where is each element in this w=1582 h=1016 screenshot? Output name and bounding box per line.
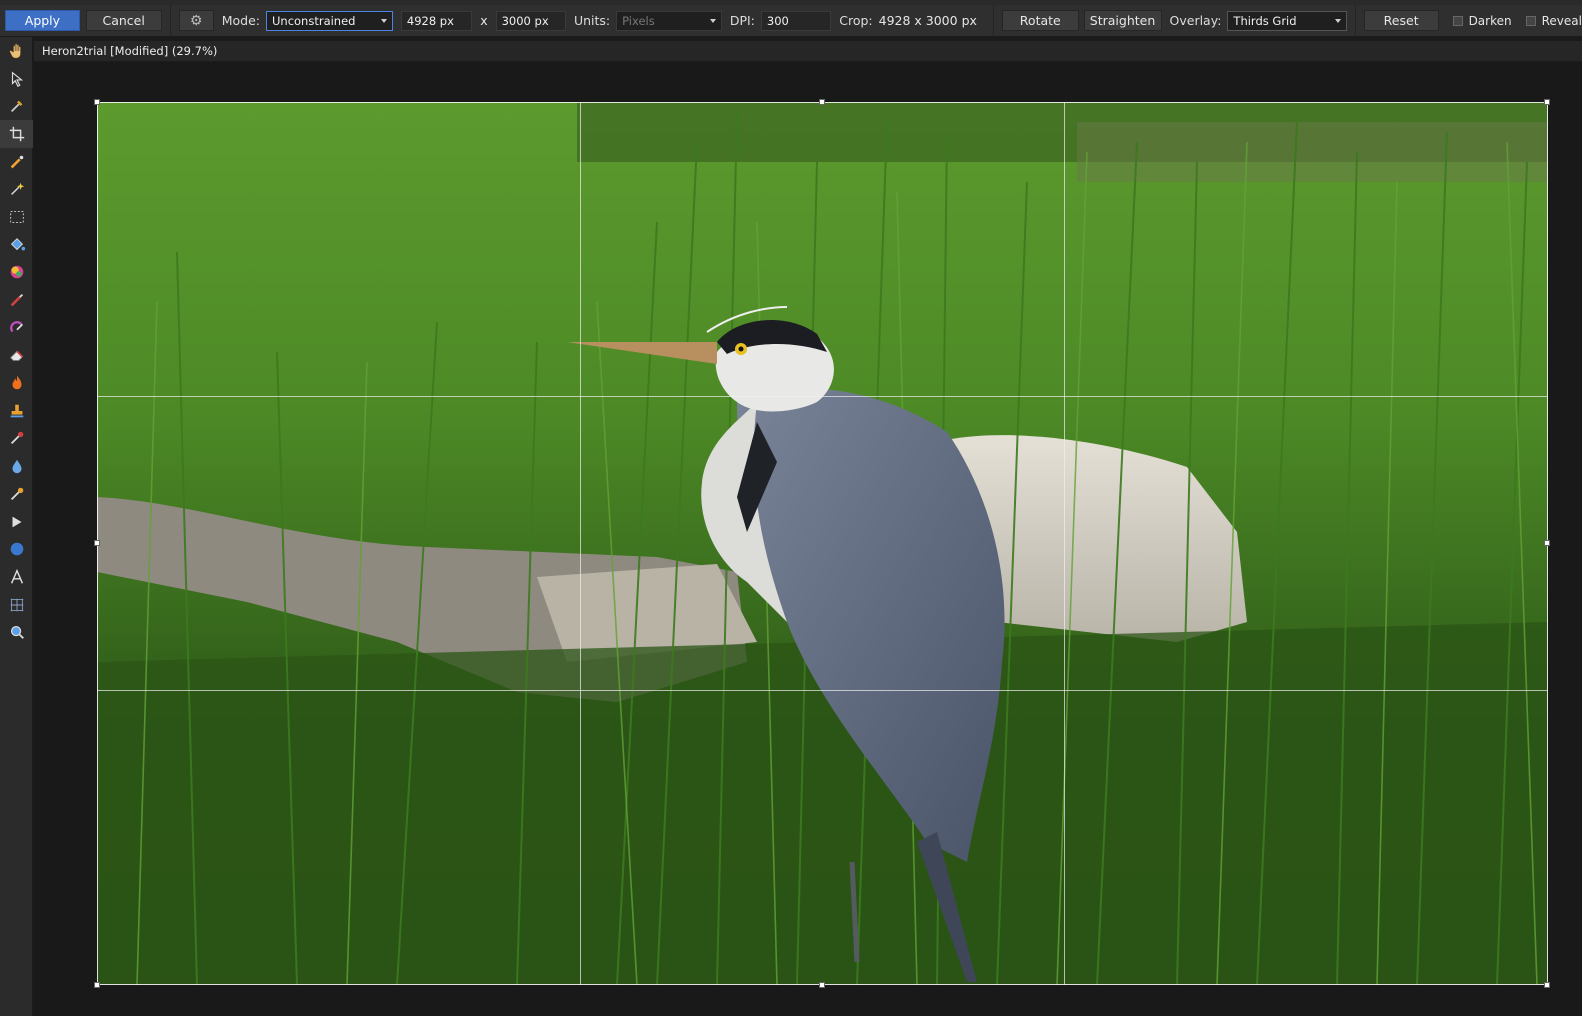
tool-text[interactable] xyxy=(0,563,33,591)
marquee-icon xyxy=(9,211,24,223)
toolbar-separator xyxy=(169,4,171,37)
context-toolbar: Apply Cancel ⚙ Mode: Unconstrained 4928 … xyxy=(0,4,1582,37)
tool-move[interactable] xyxy=(0,65,33,93)
tool-dodge[interactable] xyxy=(0,369,33,397)
text-icon xyxy=(10,568,23,584)
crop-label: Crop: xyxy=(839,13,873,28)
tool-blur[interactable] xyxy=(0,452,33,480)
tool-flood-select[interactable] xyxy=(0,175,33,203)
healing-brush-icon xyxy=(10,432,23,445)
tool-gradient[interactable] xyxy=(0,259,33,287)
tool-mesh-warp[interactable] xyxy=(0,591,33,619)
dpi-label: DPI: xyxy=(729,13,755,28)
eyedropper-icon xyxy=(10,100,22,113)
crop-icon xyxy=(9,126,24,142)
apply-button[interactable]: Apply xyxy=(5,10,80,31)
tool-clone[interactable] xyxy=(0,397,33,425)
tool-view[interactable] xyxy=(0,37,33,65)
ellipse-icon xyxy=(10,542,23,556)
cancel-button[interactable]: Cancel xyxy=(85,10,162,31)
chevron-down-icon xyxy=(1334,18,1341,23)
crop-settings-button[interactable]: ⚙ xyxy=(178,10,214,31)
tool-color-replacement[interactable] xyxy=(0,314,33,342)
rotate-button[interactable]: Rotate xyxy=(1001,10,1079,31)
crop-handle-top-right[interactable] xyxy=(1544,99,1550,105)
tool-color-picker[interactable] xyxy=(0,92,33,120)
mesh-icon xyxy=(10,598,23,611)
tool-fill[interactable] xyxy=(0,231,33,259)
overlay-select[interactable]: Thirds Grid xyxy=(1227,10,1347,31)
paint-bucket-icon xyxy=(10,237,25,251)
tool-shape[interactable] xyxy=(0,535,33,563)
crop-handle-bottom-right[interactable] xyxy=(1544,982,1550,988)
darken-label: Darken xyxy=(1468,13,1512,28)
crop-width-field[interactable]: 4928 px xyxy=(400,10,473,31)
mode-label: Mode: xyxy=(221,13,260,28)
hand-icon xyxy=(8,43,21,59)
water-drop-icon xyxy=(12,459,21,474)
crop-size-readout: 4928 x 3000 px xyxy=(878,13,977,28)
flame-icon xyxy=(12,375,21,390)
reveal-checkbox[interactable]: Reveal xyxy=(1525,13,1582,28)
crop-handle-top-left[interactable] xyxy=(94,99,100,105)
crop-frame[interactable] xyxy=(97,102,1548,985)
eraser-icon xyxy=(9,351,23,362)
tool-paint-brush[interactable] xyxy=(0,286,33,314)
tool-healing[interactable] xyxy=(0,425,33,453)
tool-zoom[interactable] xyxy=(0,618,33,646)
tool-pen[interactable] xyxy=(0,508,33,536)
units-label: Units: xyxy=(573,13,611,28)
crop-handle-top[interactable] xyxy=(819,99,825,105)
units-select-value: Pixels xyxy=(622,13,655,28)
reveal-checkbox-box[interactable] xyxy=(1525,15,1536,26)
crop-handle-bottom[interactable] xyxy=(819,982,825,988)
crop-height-field[interactable]: 3000 px xyxy=(495,10,566,31)
tool-smudge[interactable] xyxy=(0,480,33,508)
mode-select[interactable]: Unconstrained xyxy=(265,10,394,31)
chevron-down-icon xyxy=(381,18,388,23)
toolbar-separator xyxy=(1354,4,1356,37)
straighten-button[interactable]: Straighten xyxy=(1083,10,1162,31)
chevron-down-icon xyxy=(709,18,716,23)
darken-checkbox-box[interactable] xyxy=(1452,15,1463,26)
tool-marquee[interactable] xyxy=(0,203,33,231)
pointer-icon xyxy=(11,71,23,87)
tools-panel xyxy=(0,37,33,1016)
crop-handle-left[interactable] xyxy=(94,540,100,546)
paint-brush-icon xyxy=(10,293,23,307)
reset-button[interactable]: Reset xyxy=(1363,10,1439,31)
color-replace-icon xyxy=(9,320,23,333)
smudge-icon xyxy=(10,487,23,500)
magnifier-icon xyxy=(10,626,24,640)
gear-icon: ⚙ xyxy=(189,12,203,29)
units-select[interactable]: Pixels xyxy=(616,10,722,31)
tool-selection-brush[interactable] xyxy=(0,148,33,176)
overlay-select-value: Thirds Grid xyxy=(1233,13,1297,28)
selection-brush-icon xyxy=(10,155,23,168)
reveal-label: Reveal xyxy=(1541,13,1582,28)
mode-select-value: Unconstrained xyxy=(271,13,356,28)
stamp-icon xyxy=(10,404,23,418)
crop-handle-right[interactable] xyxy=(1544,540,1550,546)
crop-handle-bottom-left[interactable] xyxy=(94,982,100,988)
magic-wand-icon xyxy=(10,182,24,196)
document-title: Heron2trial [Modified] (29.7%) xyxy=(42,44,218,58)
overlay-label: Overlay: xyxy=(1169,13,1222,28)
pen-icon xyxy=(12,516,21,527)
tool-crop[interactable] xyxy=(0,120,33,148)
dimension-times-label: x xyxy=(480,13,488,28)
document-tab[interactable]: Heron2trial [Modified] (29.7%) xyxy=(34,41,1582,61)
dpi-field[interactable]: 300 xyxy=(760,10,832,31)
tool-erase-brush[interactable] xyxy=(0,342,33,370)
gradient-icon xyxy=(10,266,23,279)
darken-checkbox[interactable]: Darken xyxy=(1452,13,1512,28)
toolbar-separator xyxy=(992,4,994,37)
